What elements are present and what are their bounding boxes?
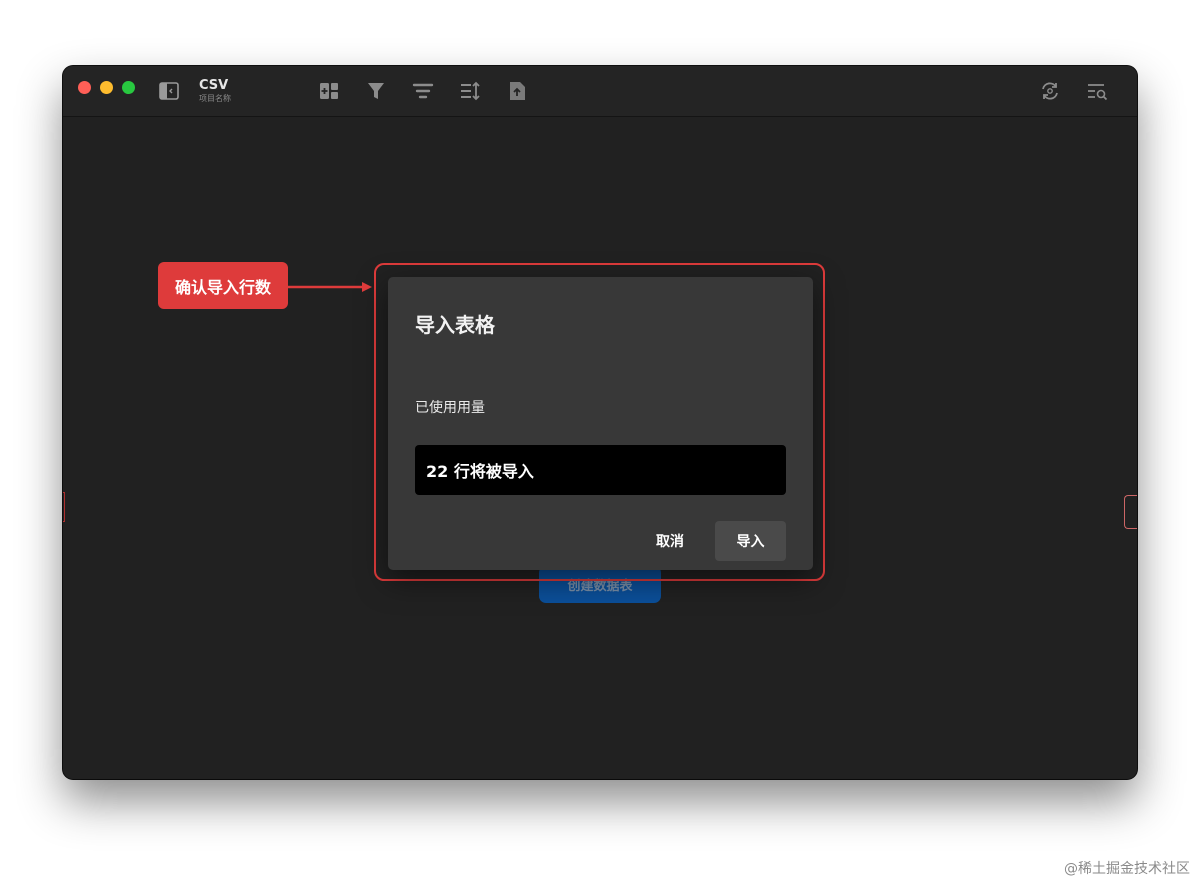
edge-highlight-left: [63, 492, 65, 522]
sync-icon[interactable]: [1038, 79, 1062, 103]
title-block: CSV 项目名称: [199, 78, 231, 104]
app-title: CSV: [199, 78, 229, 93]
annotation-arrow-icon: [288, 282, 372, 292]
watermark-text: @稀土掘金技术社区: [1064, 861, 1190, 877]
sidebar-toggle-icon[interactable]: [157, 79, 181, 103]
import-button[interactable]: 导入: [715, 521, 786, 561]
filter-icon[interactable]: [364, 79, 388, 103]
usage-label: 已使用用量: [415, 400, 485, 416]
export-file-icon[interactable]: [505, 79, 529, 103]
dialog-title: 导入表格: [415, 313, 495, 337]
group-icon[interactable]: [411, 79, 435, 103]
cancel-button[interactable]: 取消: [641, 521, 699, 561]
import-table-dialog: 导入表格 已使用用量 22 行将被导入 取消 导入: [388, 277, 813, 570]
project-name: 项目名称: [199, 94, 231, 103]
title-bar: CSV 项目名称: [63, 66, 1137, 117]
maximize-window-button[interactable]: [122, 81, 135, 94]
sort-icon[interactable]: [458, 79, 482, 103]
search-list-icon[interactable]: [1085, 79, 1109, 103]
annotation-callout: 确认导入行数: [158, 262, 288, 309]
edge-highlight-right: [1124, 495, 1137, 529]
close-window-button[interactable]: [78, 81, 91, 94]
minimize-window-button[interactable]: [100, 81, 113, 94]
add-field-icon[interactable]: [317, 79, 341, 103]
rows-to-import-display: 22 行将被导入: [415, 445, 786, 495]
rows-to-import-text: 22 行将被导入: [426, 462, 534, 481]
